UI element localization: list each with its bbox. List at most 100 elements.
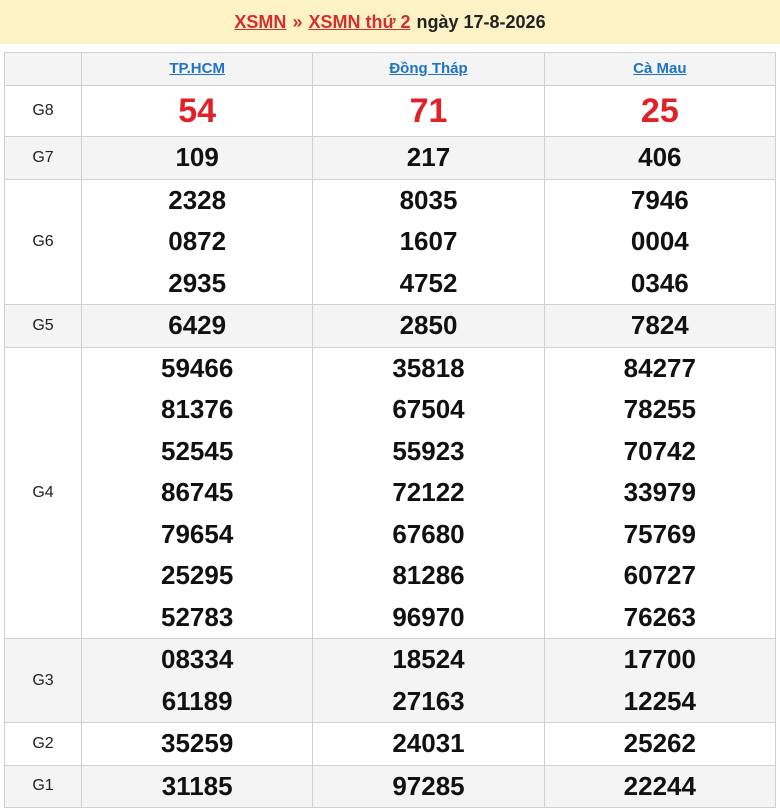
lottery-number: 97285 [392,770,465,801]
lottery-number: 86745 [161,477,234,507]
lottery-number: 75769 [623,518,696,549]
result-cell: 54 [80,85,314,137]
result-cell: 31185 [80,764,314,808]
lottery-number: 67504 [392,394,465,424]
lottery-number: 54 [178,92,217,130]
result-cell: 7824 [543,304,777,348]
lottery-number: 25 [640,92,679,130]
lottery-number: 67680 [392,518,465,549]
lottery-number: 84277 [623,352,696,383]
prize-label: G5 [4,304,82,348]
result-cell: 22244 [543,764,777,808]
result-cell: 18524 27163 [312,638,545,723]
prize-row-g8: G8 54 71 25 [4,85,777,137]
lottery-number: 08334 [161,644,234,674]
result-cell: 24031 [312,722,545,766]
lottery-number: 0004 [630,226,689,256]
result-cell: 406 [543,136,777,180]
lottery-number: 0872 [168,226,227,256]
result-cell: 7946 0004 0346 [543,178,777,305]
results-table: TP.HCM Đồng Tháp Cà Mau G8 54 71 25 G7 109 217… [4,52,777,808]
lottery-number: 4752 [399,267,458,298]
prize-row-g6: G6 2328 0872 2935 8035 1607 4752 7946 0004 0346 [4,178,777,305]
lottery-number: 24031 [392,728,465,758]
result-cell: 2328 0872 2935 [80,178,314,305]
lottery-number: 18524 [392,644,465,674]
lottery-number: 55923 [392,435,465,466]
lottery-number: 17700 [623,644,696,674]
lottery-number: 52545 [161,435,234,466]
lottery-number: 406 [638,142,682,172]
lottery-number: 27163 [392,685,465,716]
result-cell: 17700 12254 [543,638,777,723]
lottery-number: 35818 [392,352,465,383]
province-link-tphcm[interactable]: TP.HCM [169,60,225,77]
prize-label: G6 [4,178,82,305]
result-cell: 08334 61189 [80,638,314,723]
prize-row-g2: G2 35259 24031 25262 [4,722,777,766]
page-header: XSMN » XSMN thứ 2 ngày 17-8-2026 [0,0,780,44]
result-cell: 97285 [312,764,545,808]
xsmn-weekday-link[interactable]: XSMN thứ 2 [308,12,410,33]
breadcrumb-separator: » [292,11,303,32]
prize-label: G2 [4,722,82,766]
lottery-number: 217 [406,142,451,172]
corner-cell [4,52,82,86]
lottery-number: 35259 [161,728,234,758]
lottery-number: 2935 [168,267,227,298]
prize-label: G8 [4,85,82,137]
draw-date: ngày 17-8-2026 [416,11,546,32]
lottery-number: 78255 [623,394,696,424]
prize-label: G7 [4,136,82,180]
result-cell: 217 [312,136,545,180]
result-cell: 8035 1607 4752 [312,178,545,305]
prize-label: G4 [4,346,82,639]
result-cell: 71 [312,85,545,137]
result-cell: 109 [80,136,314,180]
lottery-number: 71 [409,92,448,130]
lottery-number: 12254 [623,685,696,716]
lottery-number: 25295 [161,560,234,590]
lottery-number: 7946 [630,184,689,215]
prize-row-g3: G3 08334 61189 18524 27163 17700 12254 [4,638,777,723]
lottery-number: 2850 [399,310,458,340]
lottery-number: 109 [175,142,219,172]
xsmn-link[interactable]: XSMN [234,12,286,33]
lottery-number: 2328 [168,184,227,215]
lottery-number: 22244 [623,770,696,801]
prize-row-g4: G4 59466 81376 52545 86745 79654 25295 52783 358… [4,346,777,639]
lottery-number: 59466 [161,352,234,383]
lottery-number: 25262 [623,728,696,758]
lottery-number: 1607 [399,226,458,256]
lottery-number: 79654 [161,518,234,549]
prize-row-g1: G1 31185 97285 22244 [4,764,777,808]
lottery-number: 8035 [399,184,458,215]
lottery-number: 6429 [168,310,227,340]
province-header-row: TP.HCM Đồng Tháp Cà Mau [4,52,777,86]
lottery-number: 81286 [392,560,465,590]
lottery-number: 60727 [623,560,696,590]
result-cell: 35259 [80,722,314,766]
result-cell: 2850 [312,304,545,348]
province-link-dong-thap[interactable]: Đồng Tháp [389,60,467,77]
lottery-number: 31185 [161,770,233,801]
lottery-number: 33979 [623,477,696,507]
province-link-ca-mau[interactable]: Cà Mau [633,60,686,77]
result-cell: 25 [543,85,777,137]
lottery-number: 96970 [392,601,465,632]
result-cell: 6429 [80,304,314,348]
prize-row-g7: G7 109 217 406 [4,136,777,180]
prize-label: G3 [4,638,82,723]
lottery-number: 81376 [161,394,234,424]
result-cell: 84277 78255 70742 33979 75769 60727 76263 [543,346,777,639]
lottery-number: 76263 [623,601,696,632]
lottery-number: 0346 [630,267,689,298]
lottery-number: 61189 [161,685,233,716]
prize-label: G1 [4,764,82,808]
lottery-number: 70742 [623,435,696,466]
lottery-number: 7824 [630,310,689,340]
result-cell: 25262 [543,722,777,766]
lottery-number: 52783 [161,601,234,632]
result-cell: 59466 81376 52545 86745 79654 25295 52783 [80,346,314,639]
lottery-number: 72122 [392,477,465,507]
